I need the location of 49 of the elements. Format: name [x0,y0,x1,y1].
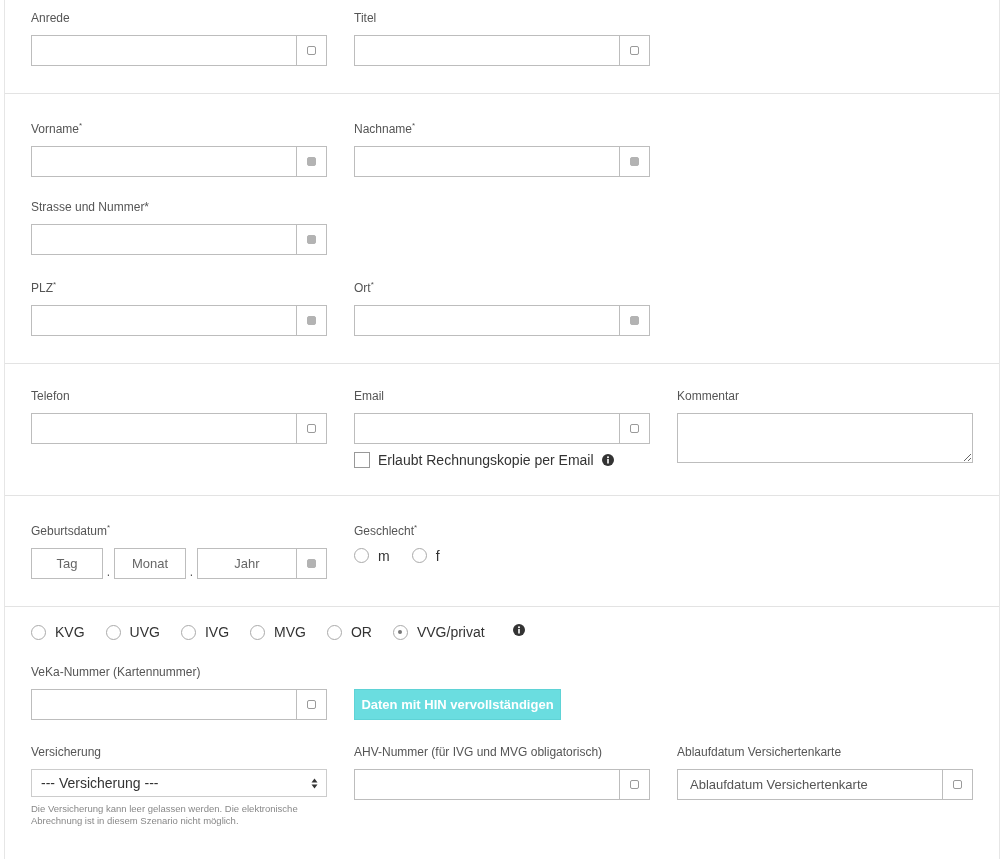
radio-option[interactable]: f [411,547,440,564]
date-separator: . [105,565,112,579]
field-label: Anrede [31,10,71,26]
sort-arrows-icon [311,777,318,789]
radio-option[interactable]: UVG [105,624,160,640]
field-label: Email [354,388,385,404]
field-label: Titel [354,10,378,26]
radio-option[interactable]: MVG [250,624,306,640]
field-label: VeKa-Nummer (Kartennummer) [31,664,202,680]
field-label: Kommentar [677,388,741,404]
input-field[interactable] [354,305,620,336]
input-field[interactable] [31,305,297,336]
field-label: Ablaufdatum Versichertenkarte [677,744,843,760]
input-field[interactable] [31,146,297,177]
input-field[interactable] [354,146,620,177]
field-label: Nachname$^{*}$ [354,120,417,137]
radio-option[interactable]: m [354,547,390,564]
info-icon[interactable] [601,454,614,466]
input-field[interactable]: Ablaufdatum Versichertenkarte [677,769,943,800]
help-text: Die Versicherung kann leer gelassen werden. Die elektronische Abrechnung ist in diesem Szenario nicht möglich. [31,803,299,827]
info-icon[interactable] [512,623,525,636]
field-label: Versicherung [31,744,103,760]
date-field[interactable]: Monat [114,548,186,579]
checkbox-option[interactable]: Erlaubt Rechnungskopie per Email [354,452,650,468]
input-field[interactable] [354,769,620,800]
field-label: Strasse und Nummer* [31,199,151,215]
insurance-select[interactable]: --- Versicherung --- [31,769,327,797]
input-field[interactable] [354,413,620,444]
checkbox[interactable] [354,452,370,468]
date-field[interactable]: Tag [31,548,103,579]
date-field[interactable]: Jahr [197,548,297,579]
radio-option[interactable]: VVG/privat [392,624,485,640]
comment-textarea[interactable] [677,413,973,463]
radio-option[interactable]: OR [326,624,372,640]
field-label: Vorname$^{*}$ [31,120,84,137]
field-label: PLZ$^{*}$ [31,279,58,296]
date-separator: . [188,565,195,579]
input-field[interactable] [31,224,297,255]
field-label: Ort$^{*}$ [354,279,375,296]
input-field[interactable] [354,35,620,66]
radio-option[interactable]: IVG [180,624,230,640]
field-label: AHV-Nummer (für IVG und MVG obligatorisch) [354,744,604,760]
input-field[interactable] [31,689,297,720]
field-label: Geburtsdatum$^{*}$ [31,522,112,539]
field-label: Geschlecht$^{*}$ [354,522,419,539]
field-label: Telefon [31,388,71,404]
input-field[interactable] [31,413,297,444]
radio-option[interactable]: KVG [31,624,85,640]
input-field[interactable] [31,35,297,66]
